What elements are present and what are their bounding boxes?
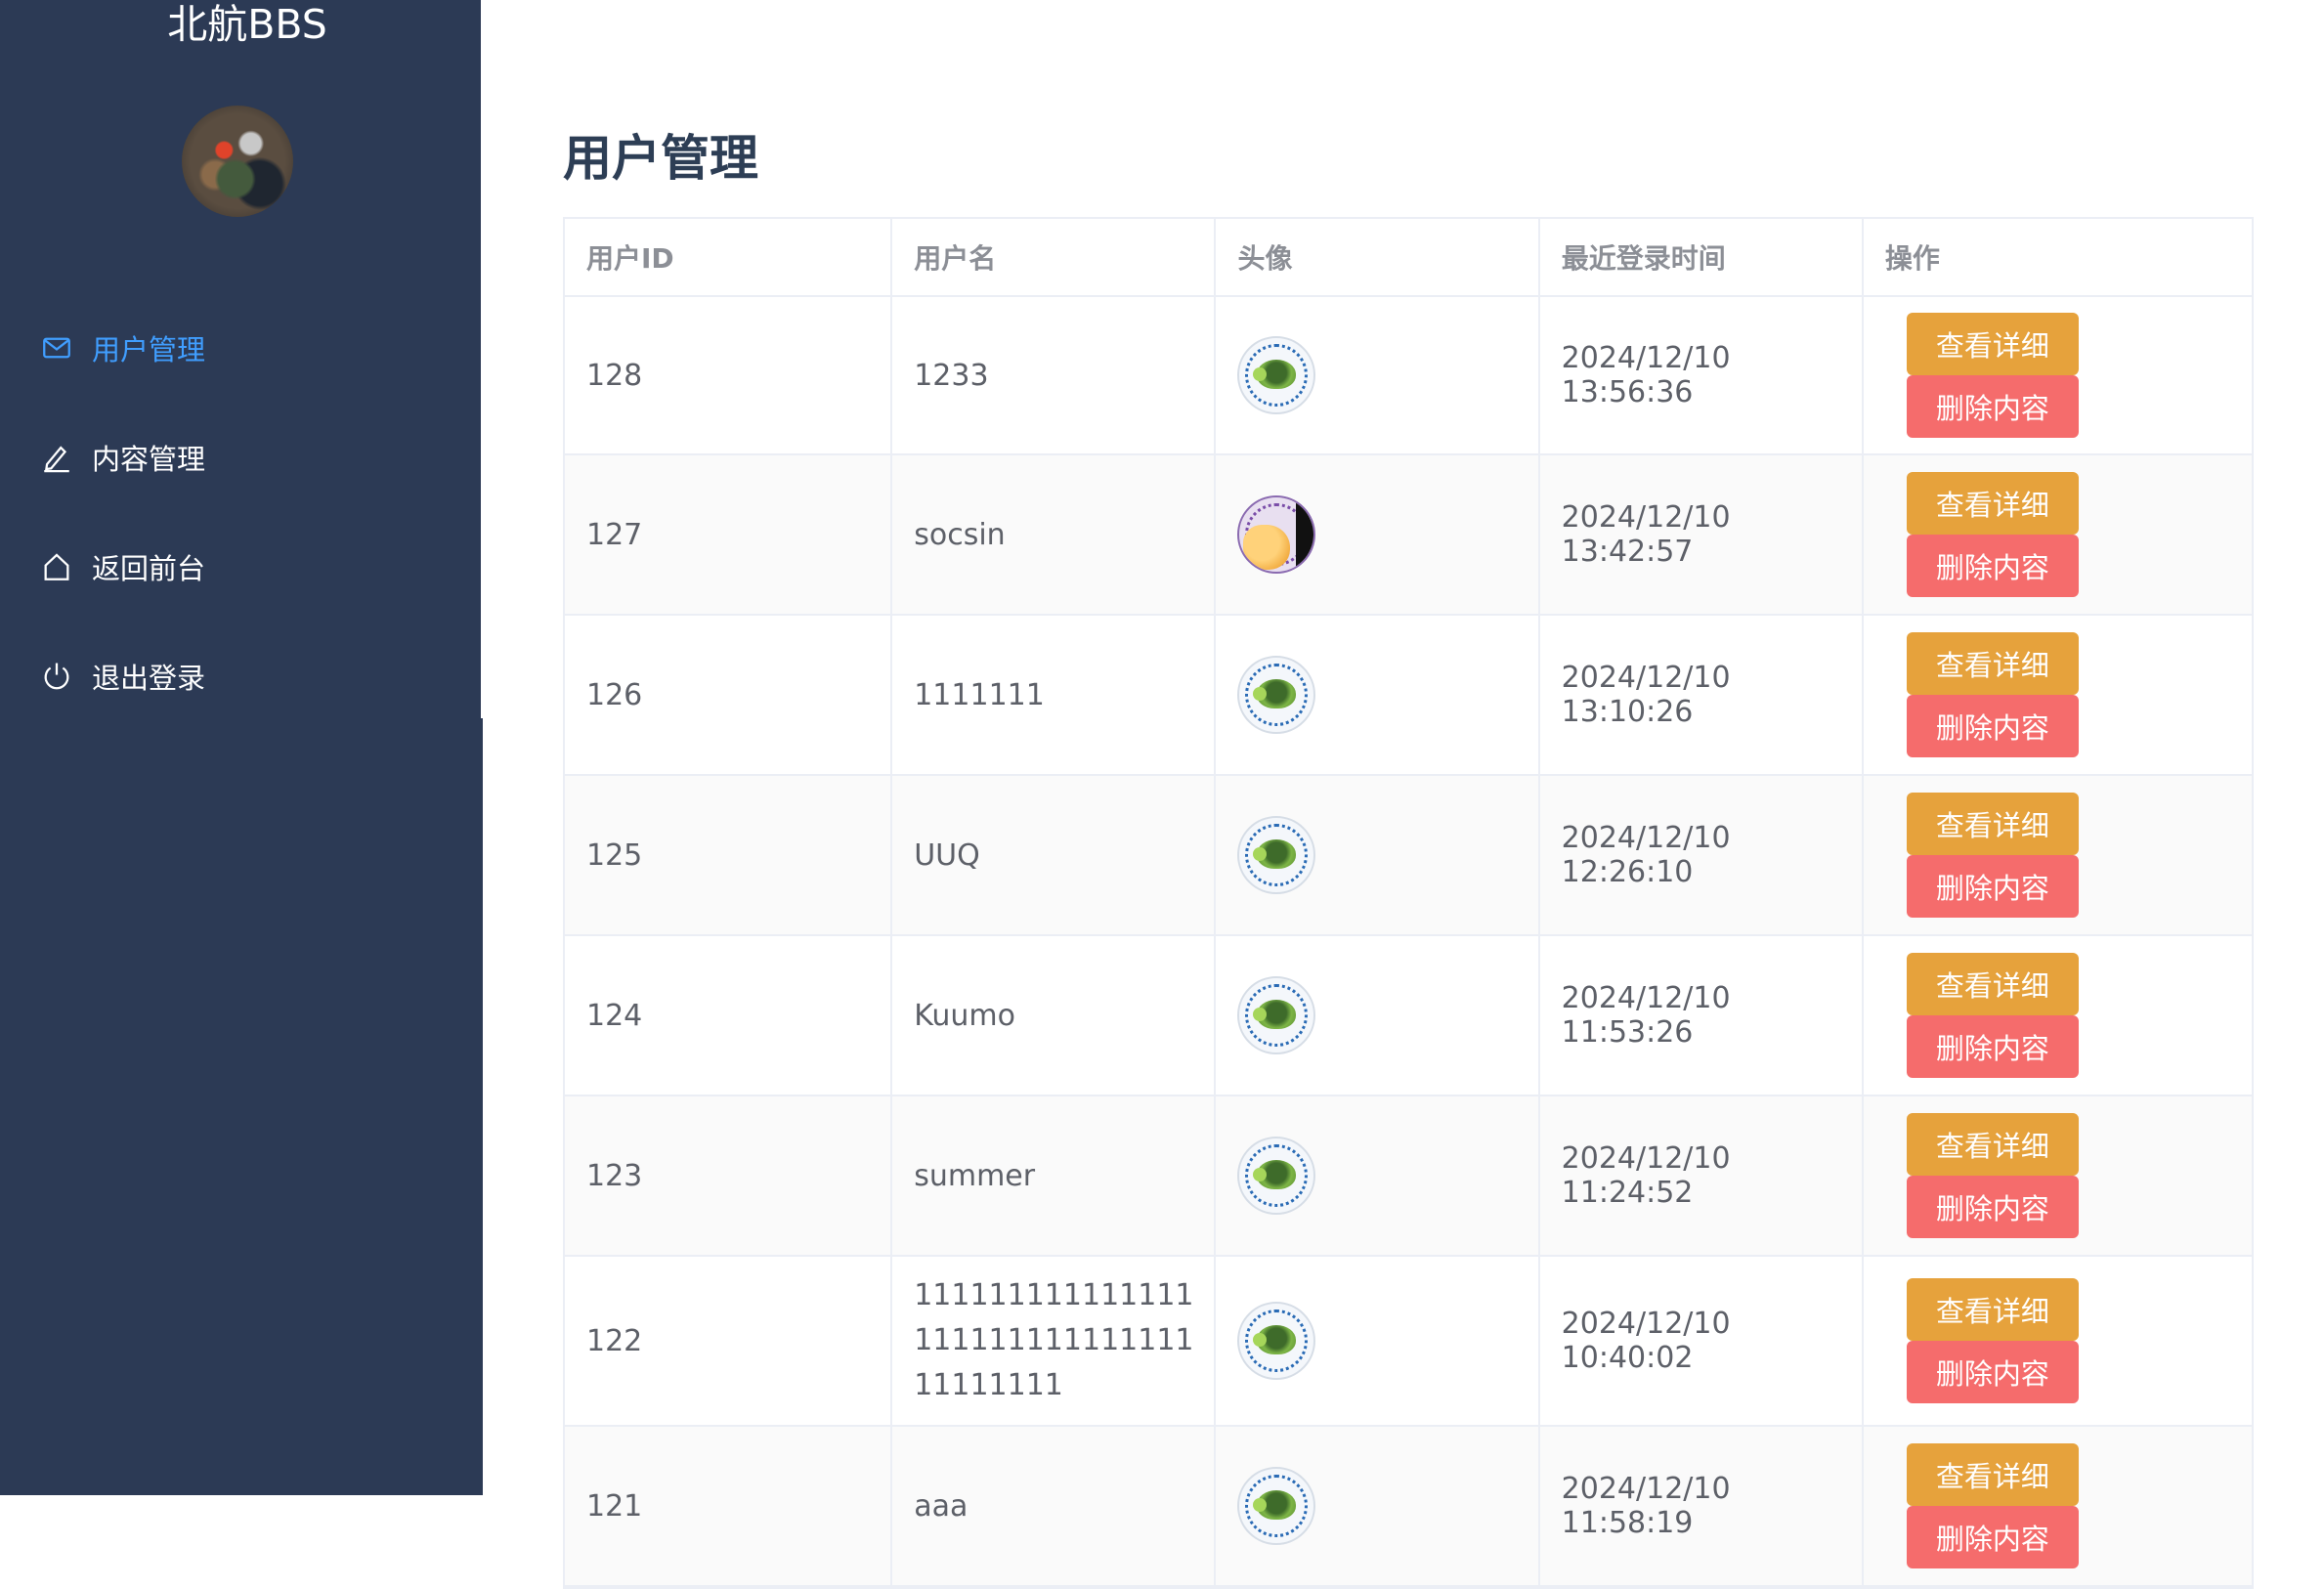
table-row: 125 UUQ 2024/12/10 12:26:10 查看详细 删除内容 [565, 776, 2252, 936]
sidebar-item-user-management[interactable]: 用户管理 [0, 293, 481, 403]
cell-avatar [1216, 455, 1540, 614]
turtle-avatar-icon [1237, 656, 1316, 734]
cell-user-id: 122 [565, 1257, 893, 1425]
cell-user-id: 121 [565, 1427, 893, 1585]
cell-last-login: 2024/12/10 13:56:36 [1540, 297, 1864, 453]
home-icon [39, 549, 74, 584]
table-header: 用户ID 用户名 头像 最近登录时间 操作 [565, 219, 2252, 297]
cell-user-id: 124 [565, 936, 893, 1095]
cell-actions: 查看详细 删除内容 [1864, 616, 2252, 774]
cell-username: 11111111111111111111111111111111111111 [892, 1257, 1217, 1425]
table-row: 123 summer 2024/12/10 11:24:52 查看详细 删除内容 [565, 1096, 2252, 1257]
cell-user-id: 128 [565, 297, 893, 453]
power-icon [39, 659, 74, 694]
header-user-id: 用户ID [565, 219, 893, 295]
cell-actions: 查看详细 删除内容 [1864, 1427, 2252, 1585]
sidebar-menu: 用户管理 内容管理 返回前台 退出登录 [0, 293, 481, 731]
cell-user-id: 125 [565, 776, 893, 934]
fist-avatar-icon [1237, 495, 1316, 574]
cell-username: aaa [892, 1427, 1217, 1585]
cell-actions: 查看详细 删除内容 [1864, 1096, 2252, 1255]
cell-avatar [1216, 1096, 1540, 1255]
cell-last-login: 2024/12/10 13:10:26 [1540, 616, 1864, 774]
brand-title: 北航BBS [167, 1, 327, 48]
delete-content-button[interactable]: 删除内容 [1906, 375, 2079, 438]
cell-avatar [1216, 1427, 1540, 1585]
cell-user-id: 123 [565, 1096, 893, 1255]
cell-actions: 查看详细 删除内容 [1864, 455, 2252, 614]
table-row: 124 Kuumo 2024/12/10 11:53:26 查看详细 删除内容 [565, 936, 2252, 1096]
cell-username: socsin [892, 455, 1217, 614]
edit-icon [39, 440, 74, 475]
cell-username: summer [892, 1096, 1217, 1255]
cell-user-id: 127 [565, 455, 893, 614]
cell-avatar [1216, 1257, 1540, 1425]
sidebar-item-content-management[interactable]: 内容管理 [0, 403, 481, 512]
view-details-button[interactable]: 查看详细 [1906, 632, 2079, 695]
cell-last-login: 2024/12/10 11:24:52 [1540, 1096, 1864, 1255]
cell-avatar [1216, 297, 1540, 453]
turtle-avatar-icon [1237, 1302, 1316, 1380]
cell-last-login: 2024/12/10 11:58:19 [1540, 1427, 1864, 1585]
table-row: 122 111111111111111111111111111111111111… [565, 1257, 2252, 1427]
delete-content-button[interactable]: 删除内容 [1906, 1506, 2079, 1568]
table-row: 128 1233 2024/12/10 13:56:36 查看详细 删除内容 [565, 297, 2252, 455]
main-content: 用户管理 用户ID 用户名 头像 最近登录时间 操作 128 1233 2024… [483, 0, 2324, 1589]
table-row: 121 aaa 2024/12/10 11:58:19 查看详细 删除内容 [565, 1427, 2252, 1587]
cell-actions: 查看详细 删除内容 [1864, 936, 2252, 1095]
view-details-button[interactable]: 查看详细 [1906, 1113, 2079, 1176]
sidebar-item-label: 用户管理 [92, 333, 206, 366]
cell-avatar [1216, 936, 1540, 1095]
turtle-avatar-icon [1237, 1137, 1316, 1215]
turtle-avatar-icon [1237, 1467, 1316, 1545]
delete-content-button[interactable]: 删除内容 [1906, 535, 2079, 597]
turtle-avatar-icon [1237, 816, 1316, 894]
admin-avatar[interactable] [182, 106, 293, 217]
delete-content-button[interactable]: 删除内容 [1906, 1015, 2079, 1078]
cell-last-login: 2024/12/10 12:26:10 [1540, 776, 1864, 934]
header-actions: 操作 [1884, 242, 1940, 275]
view-details-button[interactable]: 查看详细 [1906, 953, 2079, 1015]
sidebar-item-label: 内容管理 [92, 443, 206, 476]
cell-actions: 查看详细 删除内容 [1864, 776, 2252, 934]
sidebar-item-label: 退出登录 [92, 662, 206, 695]
header-avatar: 头像 [1216, 219, 1540, 295]
mail-icon [39, 330, 74, 365]
sidebar: 北航BBS 用户管理 内容管理 返回前台 退出登录 [0, 0, 483, 1495]
sidebar-item-back-to-front[interactable]: 返回前台 [0, 512, 481, 622]
delete-content-button[interactable]: 删除内容 [1906, 1176, 2079, 1238]
view-details-button[interactable]: 查看详细 [1906, 313, 2079, 375]
turtle-avatar-icon [1237, 976, 1316, 1054]
cell-actions: 查看详细 删除内容 [1864, 1257, 2252, 1425]
page-title: 用户管理 [563, 130, 758, 187]
delete-content-button[interactable]: 删除内容 [1906, 695, 2079, 757]
cell-user-id: 126 [565, 616, 893, 774]
header-last-login: 最近登录时间 [1540, 219, 1864, 295]
cell-avatar [1216, 616, 1540, 774]
sidebar-item-logout[interactable]: 退出登录 [0, 622, 481, 731]
cell-username: UUQ [892, 776, 1217, 934]
sidebar-item-label: 返回前台 [92, 552, 206, 585]
view-details-button[interactable]: 查看详细 [1906, 472, 2079, 535]
cell-last-login: 2024/12/10 13:42:57 [1540, 455, 1864, 614]
turtle-avatar-icon [1237, 336, 1316, 414]
user-table: 用户ID 用户名 头像 最近登录时间 操作 128 1233 2024/12/1… [563, 217, 2254, 1589]
view-details-button[interactable]: 查看详细 [1906, 793, 2079, 855]
view-details-button[interactable]: 查看详细 [1906, 1443, 2079, 1506]
table-row: 126 1111111 2024/12/10 13:10:26 查看详细 删除内… [565, 616, 2252, 776]
cell-actions: 查看详细 删除内容 [1864, 297, 2252, 453]
view-details-button[interactable]: 查看详细 [1906, 1278, 2079, 1341]
cell-last-login: 2024/12/10 10:40:02 [1540, 1257, 1864, 1425]
cell-last-login: 2024/12/10 11:53:26 [1540, 936, 1864, 1095]
header-username: 用户名 [892, 219, 1217, 295]
cell-username: 1233 [892, 297, 1217, 453]
table-row: 127 socsin 2024/12/10 13:42:57 查看详细 删除内容 [565, 455, 2252, 616]
cell-username: Kuumo [892, 936, 1217, 1095]
delete-content-button[interactable]: 删除内容 [1906, 1341, 2079, 1403]
cell-avatar [1216, 776, 1540, 934]
cell-username: 1111111 [892, 616, 1217, 774]
delete-content-button[interactable]: 删除内容 [1906, 855, 2079, 918]
